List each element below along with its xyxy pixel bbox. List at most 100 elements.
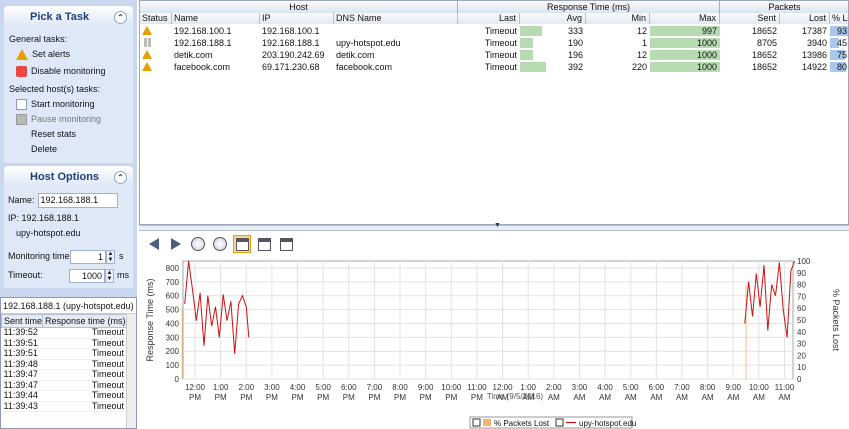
group-response-time: Response Time (ms): [458, 1, 720, 13]
cell-avg: 196: [567, 50, 583, 60]
chevron-down-icon[interactable]: ▼: [494, 222, 501, 229]
cell-sent: 18652: [751, 50, 777, 60]
month-view-button[interactable]: [277, 235, 295, 253]
col-ip[interactable]: IP: [260, 13, 334, 24]
week-view-button[interactable]: [255, 235, 273, 253]
y-tick-label: 600: [166, 292, 180, 301]
disable-monitoring-label: Disable monitoring: [31, 66, 106, 76]
cell-name: detik.com: [174, 50, 213, 60]
host-options-header[interactable]: Host Options ⌃: [4, 166, 133, 188]
collapse-icon[interactable]: ⌃: [114, 170, 127, 184]
start-monitoring-label: Start monitoring: [31, 99, 95, 109]
monitoring-time-stepper[interactable]: ▲ ▼: [106, 249, 115, 264]
x-tick-label: 9:00 PM: [418, 383, 434, 402]
history-col-response[interactable]: Response time (ms): [42, 314, 127, 328]
timeout-field[interactable]: 1000: [69, 268, 105, 283]
col-name[interactable]: Name: [172, 13, 260, 24]
y-tick-label: 300: [166, 333, 180, 342]
col-dns[interactable]: DNS Name: [334, 13, 458, 24]
cell-loss: 93: [836, 26, 847, 36]
history-row[interactable]: 11:39:51 Timeout: [1, 338, 127, 349]
x-tick-label: 4:00 PM: [290, 383, 306, 402]
cell-max: 997: [701, 26, 717, 36]
host-row[interactable]: detik.com 203.190.242.69 detik.com Timeout 1…: [140, 49, 848, 61]
legend-checkbox: [555, 418, 564, 427]
history-response: Timeout: [42, 359, 127, 370]
history-row[interactable]: 11:39:48 Timeout: [1, 359, 127, 370]
name-field[interactable]: 192.168.188.1: [37, 193, 118, 208]
col-sent[interactable]: Sent: [720, 13, 780, 24]
history-row[interactable]: 11:39:51 Timeout: [1, 348, 127, 360]
splitter[interactable]: ▼: [139, 222, 849, 231]
x-tick-label: 8:00 AM: [700, 383, 716, 402]
history-time: 11:39:51: [1, 348, 43, 360]
history-row[interactable]: 11:39:52 Timeout: [1, 327, 127, 339]
history-scrollbar[interactable]: [126, 314, 136, 428]
history-time: 11:39:51: [1, 338, 43, 349]
response-chart: 0 100 200 300 400 500 600 700 800 0 10 20 30 40 50 60 70…: [139, 257, 849, 429]
clock-alt-button[interactable]: [211, 235, 229, 253]
x-tick-label: 6:00 PM: [341, 383, 357, 402]
history-response: Timeout: [42, 338, 127, 349]
y2-tick-label: 90: [797, 269, 806, 278]
timeout-stepper[interactable]: ▲ ▼: [105, 268, 114, 283]
main-area: Host Response Time (ms) Packets Status N…: [139, 0, 849, 429]
set-alerts-link[interactable]: Set alerts: [9, 47, 129, 62]
x-tick-label: 6:00 AM: [649, 383, 665, 402]
history-row[interactable]: 11:39:47 Timeout: [1, 380, 127, 391]
col-status[interactable]: Status: [140, 13, 172, 24]
hosts-grid: Host Response Time (ms) Packets Status N…: [139, 0, 849, 225]
cell-avg: 333: [567, 26, 583, 36]
monitoring-time-field[interactable]: 1: [70, 249, 106, 264]
pause-icon: [16, 114, 27, 125]
clock-button[interactable]: [189, 235, 207, 253]
host-row[interactable]: 192.168.100.1 192.168.100.1 Timeout 333 12 99…: [140, 25, 848, 37]
play-icon: [16, 99, 27, 110]
cell-last: Timeout: [484, 26, 517, 36]
host-row[interactable]: facebook.com 69.171.230.68 facebook.com Tim…: [140, 61, 848, 73]
col-avg[interactable]: Avg: [520, 13, 586, 24]
pick-task-title: Pick a Task: [30, 11, 90, 23]
col-max[interactable]: Max: [650, 13, 720, 24]
history-col-time[interactable]: Sent time: [0, 314, 44, 328]
col-last[interactable]: Last: [458, 13, 520, 24]
timeout-unit: ms: [117, 270, 129, 280]
host-row[interactable]: 192.168.188.1 192.168.188.1 upy-hotspot.ed…: [140, 37, 848, 49]
history-row[interactable]: 11:39:43 Timeout: [1, 401, 127, 412]
disable-monitoring-link[interactable]: Disable monitoring: [9, 64, 129, 79]
response-history-panel: 192.168.188.1 (upy-hotspot.edu) Sent tim…: [0, 297, 137, 429]
history-row[interactable]: 11:39:44 Timeout: [1, 390, 127, 402]
cell-last: Timeout: [484, 62, 517, 72]
day-view-button[interactable]: [233, 235, 251, 253]
y2-tick-label: 50: [797, 316, 806, 325]
cell-min: 220: [631, 62, 647, 72]
back-button[interactable]: [145, 235, 163, 253]
pick-task-panel: General tasks: Set alerts Disable monito…: [4, 28, 133, 163]
history-response: Timeout: [42, 401, 127, 412]
col-min[interactable]: Min: [586, 13, 650, 24]
reset-stats-link[interactable]: Reset stats: [9, 127, 129, 142]
delete-link[interactable]: Delete: [9, 142, 129, 157]
task-sidebar: Pick a Task ⌃ General tasks: Set alerts …: [0, 0, 137, 429]
y2-tick-label: 100: [797, 257, 811, 266]
start-monitoring-link[interactable]: Start monitoring: [9, 97, 129, 112]
y2-axis-title: % Packets Lost: [831, 289, 841, 352]
col-loss[interactable]: % Loss: [830, 13, 848, 24]
forward-arrow-icon: [171, 238, 181, 250]
cell-max: 1000: [696, 62, 717, 72]
cell-ip: 203.190.242.69: [262, 50, 325, 60]
collapse-icon[interactable]: ⌃: [114, 10, 127, 24]
pause-monitoring-link[interactable]: Pause monitoring: [9, 112, 129, 127]
cell-lost: 14922: [801, 62, 827, 72]
history-time: 11:39:48: [1, 359, 43, 370]
forward-button[interactable]: [167, 235, 185, 253]
history-row[interactable]: 11:39:47 Timeout: [1, 369, 127, 381]
y-tick-label: 0: [175, 375, 180, 384]
y2-tick-label: 40: [797, 328, 806, 337]
y-tick-label: 200: [166, 347, 180, 356]
calendar-month-icon: [279, 237, 293, 251]
y-tick-label: 500: [166, 306, 180, 315]
col-lost[interactable]: Lost: [780, 13, 830, 24]
pick-task-header[interactable]: Pick a Task ⌃: [4, 6, 133, 28]
pause-icon: [140, 37, 172, 49]
